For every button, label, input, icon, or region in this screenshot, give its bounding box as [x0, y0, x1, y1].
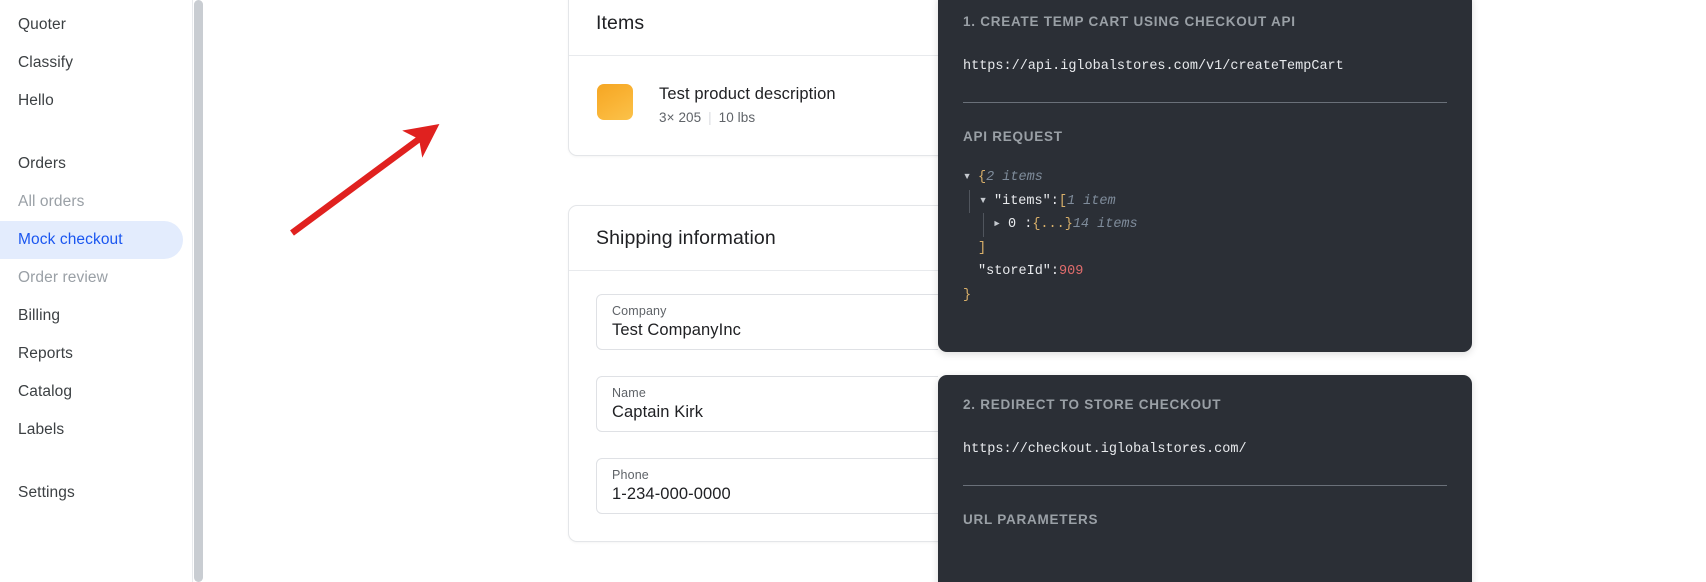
product-name: Test product description: [659, 85, 836, 103]
caret-right-icon[interactable]: ▸: [993, 213, 1006, 237]
app-screen: Quoter Classify Hello Orders All orders …: [0, 0, 1706, 582]
sidebar-item-order-review[interactable]: Order review: [0, 259, 183, 297]
sidebar-item-label: Order review: [18, 269, 108, 286]
caret-down-icon[interactable]: ▾: [979, 190, 992, 214]
sidebar-item-all-orders[interactable]: All orders: [0, 183, 183, 221]
api-endpoint-url[interactable]: https://api.iglobalstores.com/v1/createT…: [963, 59, 1447, 74]
meta-separator: |: [708, 109, 712, 125]
json-key: "storeId": [978, 264, 1051, 279]
product-quantity: 3×: [659, 109, 675, 125]
sidebar-divider-gap: [0, 120, 192, 145]
json-brace: {: [978, 170, 987, 185]
api-panel-heading: 1. CREATE TEMP CART USING CHECKOUT API: [963, 14, 1296, 29]
scrollbar-thumb[interactable]: [194, 0, 203, 582]
sidebar-item-label: All orders: [18, 193, 85, 210]
sidebar-item-label: Quoter: [18, 16, 66, 33]
json-row-close-bracket: ]: [978, 237, 1447, 261]
sidebar-item-label: Reports: [18, 345, 73, 362]
json-colon: :: [1050, 264, 1060, 279]
product-info: Test product description 3× 205 | 10 lbs: [659, 84, 836, 125]
json-key: "items": [994, 193, 1051, 209]
sidebar-item-label: Mock checkout: [18, 231, 123, 248]
main-content: Items Add item Test product description …: [192, 0, 1128, 582]
product-price: 205: [678, 109, 702, 125]
divider: [963, 102, 1447, 103]
api-panel-create-temp-cart: 1. CREATE TEMP CART USING CHECKOUT API h…: [938, 0, 1472, 352]
sidebar-item-label: Catalog: [18, 383, 73, 400]
sidebar-item-label: Hello: [18, 92, 54, 109]
sidebar-item-billing[interactable]: Billing: [0, 297, 183, 335]
json-row-close-brace: }: [963, 284, 1447, 308]
sidebar-item-labels[interactable]: Labels: [0, 411, 183, 449]
json-value-number: 909: [1059, 264, 1084, 279]
shipping-title: Shipping information: [596, 226, 776, 249]
sidebar-item-label: Billing: [18, 307, 61, 324]
json-index: 0 :: [1008, 217, 1033, 232]
json-bracket: [: [1058, 193, 1067, 209]
json-row-item-0[interactable]: ▸ 0 : {...} 14 items: [983, 213, 1447, 237]
api-panel-heading: 2. REDIRECT TO STORE CHECKOUT: [963, 397, 1222, 412]
sidebar-item-orders[interactable]: Orders: [0, 145, 183, 183]
json-row-items[interactable]: ▾ "items" : [ 1 item: [969, 189, 1447, 214]
caret-down-icon[interactable]: ▾: [963, 166, 976, 190]
sidebar-divider-gap-2: [0, 449, 192, 474]
sidebar-item-quoter[interactable]: Quoter: [0, 6, 183, 44]
sidebar-item-settings[interactable]: Settings: [0, 474, 183, 512]
page-title: Items: [596, 11, 645, 34]
json-tree-viewer: ▾ { 2 items ▾ "items" : [ 1 item ▸ 0 : {…: [963, 166, 1447, 307]
json-count: 2 items: [986, 170, 1043, 185]
sidebar-item-mock-checkout[interactable]: Mock checkout: [0, 221, 183, 259]
sidebar-item-reports[interactable]: Reports: [0, 335, 183, 373]
json-row-storeid[interactable]: "storeId" : 909: [978, 260, 1447, 284]
json-colon: :: [1050, 193, 1059, 209]
sidebar-item-label: Labels: [18, 421, 65, 438]
sidebar-item-label: Classify: [18, 54, 74, 71]
api-sidebar: 1. CREATE TEMP CART USING CHECKOUT API h…: [938, 0, 1706, 582]
sidebar: Quoter Classify Hello Orders All orders …: [0, 0, 192, 582]
json-collapsed-object: {...}: [1032, 217, 1073, 232]
sidebar-item-catalog[interactable]: Catalog: [0, 373, 183, 411]
json-bracket: ]: [978, 240, 987, 256]
sidebar-item-label: Settings: [18, 484, 75, 501]
url-parameters-heading: URL PARAMETERS: [963, 512, 1099, 527]
json-count: 1 item: [1066, 193, 1116, 209]
divider: [963, 485, 1447, 486]
product-meta: 3× 205 | 10 lbs: [659, 110, 836, 125]
sidebar-item-hello[interactable]: Hello: [0, 82, 183, 120]
api-request-heading: API REQUEST: [963, 129, 1063, 144]
api-panel-redirect-checkout: 2. REDIRECT TO STORE CHECKOUT https://ch…: [938, 375, 1472, 582]
product-weight: 10 lbs: [718, 109, 756, 125]
json-count: 14 items: [1072, 217, 1138, 232]
sidebar-item-label: Orders: [18, 155, 66, 172]
sidebar-item-classify[interactable]: Classify: [0, 44, 183, 82]
json-row-root[interactable]: ▾ { 2 items: [963, 166, 1447, 190]
checkout-url[interactable]: https://checkout.iglobalstores.com/: [963, 442, 1447, 457]
json-brace: }: [963, 287, 972, 303]
product-thumbnail: [597, 84, 633, 120]
